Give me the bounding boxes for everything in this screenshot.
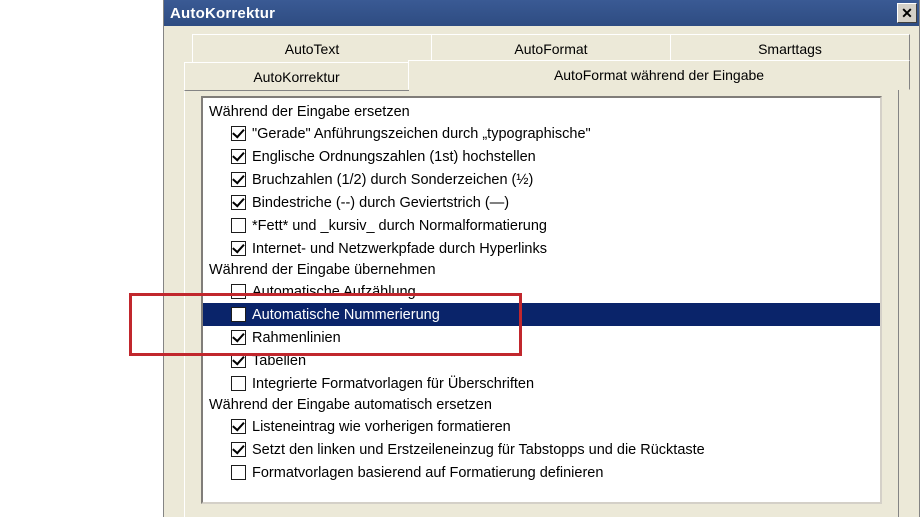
option-label: Listeneintrag wie vorherigen formatieren [252,417,511,437]
option-label: Automatische Nummerierung [252,305,440,325]
checkbox-icon[interactable] [231,376,246,391]
tab-label: AutoFormat während der Eingabe [554,67,764,83]
checkbox-icon[interactable] [231,126,246,141]
checkbox-icon[interactable] [231,149,246,164]
option-row[interactable]: Englische Ordnungszahlen (1st) hochstell… [203,145,880,168]
checkbox-icon[interactable] [231,419,246,434]
option-label: Bruchzahlen (1/2) durch Sonderzeichen (½… [252,170,533,190]
option-row-auto-aufzaehlung[interactable]: Automatische Aufzählung [203,280,880,303]
option-row[interactable]: Bruchzahlen (1/2) durch Sonderzeichen (½… [203,168,880,191]
option-label: Tabellen [252,351,306,371]
options-listbox[interactable]: Während der Eingabe ersetzen "Gerade" An… [201,96,882,504]
checkbox-icon[interactable] [231,195,246,210]
section-header: Während der Eingabe automatisch ersetzen [203,395,880,415]
checkbox-icon[interactable] [231,442,246,457]
tab-strip: AutoText AutoFormat Smarttags AutoKorrek… [164,26,919,517]
tab-label: Smarttags [758,41,822,57]
option-label: Bindestriche (--) durch Geviertstrich (—… [252,193,509,213]
option-row[interactable]: Tabellen [203,349,880,372]
option-label: Automatische Aufzählung [252,282,416,302]
tab-autotext[interactable]: AutoText [192,34,432,63]
close-icon: ✕ [901,6,913,20]
checkbox-icon[interactable] [231,172,246,187]
tab-panel: Während der Eingabe ersetzen "Gerade" An… [184,90,899,517]
option-row[interactable]: Listeneintrag wie vorherigen formatieren [203,415,880,438]
checkbox-icon[interactable] [231,465,246,480]
autokorrektur-dialog: AutoKorrektur ✕ AutoText AutoFormat Smar… [163,0,920,517]
option-row[interactable]: Setzt den linken und Erstzeileneinzug fü… [203,438,880,461]
option-label: Internet- und Netzwerkpfade durch Hyperl… [252,239,547,259]
option-label: "Gerade" Anführungszeichen durch „typogr… [252,124,591,144]
checkbox-icon[interactable] [231,330,246,345]
tab-smarttags[interactable]: Smarttags [670,34,910,63]
option-label: *Fett* und _kursiv_ durch Normalformatie… [252,216,547,236]
option-row[interactable]: Integrierte Formatvorlagen für Überschri… [203,372,880,395]
option-row[interactable]: Bindestriche (--) durch Geviertstrich (—… [203,191,880,214]
tab-row-front: AutoKorrektur AutoFormat während der Ein… [174,62,909,90]
checkbox-icon[interactable] [231,353,246,368]
option-row[interactable]: Internet- und Netzwerkpfade durch Hyperl… [203,237,880,260]
section-header: Während der Eingabe übernehmen [203,260,880,280]
titlebar: AutoKorrektur ✕ [164,0,919,26]
option-label: Rahmenlinien [252,328,341,348]
dialog-title: AutoKorrektur [170,5,897,22]
option-row-auto-nummerierung[interactable]: Automatische Nummerierung [203,303,880,326]
tab-label: AutoText [285,41,339,57]
option-label: Setzt den linken und Erstzeileneinzug fü… [252,440,705,460]
checkbox-icon[interactable] [231,218,246,233]
tab-label: AutoFormat [514,41,587,57]
close-button[interactable]: ✕ [897,3,917,23]
option-row[interactable]: Rahmenlinien [203,326,880,349]
option-row[interactable]: "Gerade" Anführungszeichen durch „typogr… [203,122,880,145]
option-label: Integrierte Formatvorlagen für Überschri… [252,374,534,394]
tab-label: AutoKorrektur [253,69,339,85]
tab-row-back: AutoText AutoFormat Smarttags [192,34,909,62]
checkbox-icon[interactable] [231,307,246,322]
checkbox-icon[interactable] [231,241,246,256]
checkbox-icon[interactable] [231,284,246,299]
tab-autoformat[interactable]: AutoFormat [431,34,671,63]
option-row[interactable]: Formatvorlagen basierend auf Formatierun… [203,461,880,484]
option-label: Englische Ordnungszahlen (1st) hochstell… [252,147,536,167]
tab-autoformat-waehrend-eingabe[interactable]: AutoFormat während der Eingabe [408,60,910,90]
tab-autokorrektur[interactable]: AutoKorrektur [184,62,409,91]
option-label: Formatvorlagen basierend auf Formatierun… [252,463,603,483]
option-row[interactable]: *Fett* und _kursiv_ durch Normalformatie… [203,214,880,237]
section-header: Während der Eingabe ersetzen [203,102,880,122]
